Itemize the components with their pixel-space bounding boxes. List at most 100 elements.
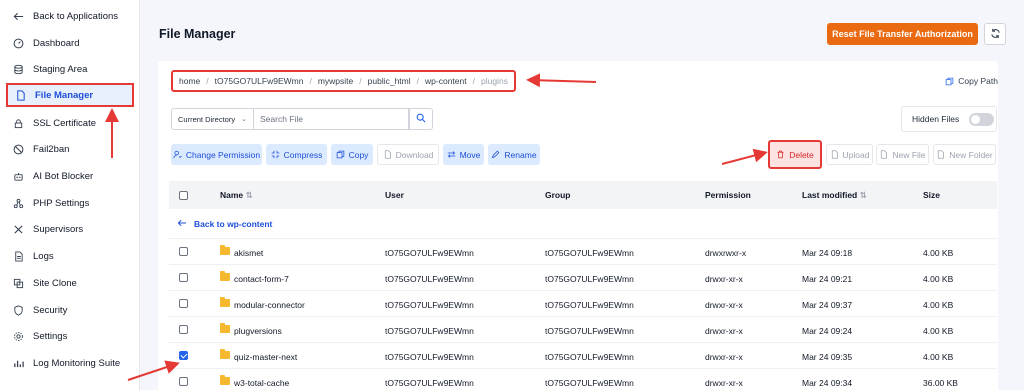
file-name[interactable]: w3-total-cache: [234, 378, 289, 388]
rename-button[interactable]: Rename: [488, 144, 540, 165]
sidebar-item-label: Dashboard: [33, 37, 80, 49]
sidebar-item-ssl-certificate[interactable]: SSL Certificate: [6, 111, 134, 135]
new-file-button[interactable]: New File: [876, 144, 929, 165]
column-group: Group: [545, 190, 571, 200]
folder-icon: [220, 297, 230, 307]
new-folder-button[interactable]: New Folder: [933, 144, 996, 165]
refresh-button[interactable]: [984, 23, 1006, 45]
breadcrumb-item-wp-content[interactable]: wp-content: [425, 76, 467, 86]
sidebar-item-site-clone[interactable]: Site Clone: [6, 271, 134, 295]
hidden-files-toggle[interactable]: [969, 112, 995, 126]
move-label: Move: [459, 149, 481, 160]
sidebar-item-security[interactable]: Security: [6, 298, 134, 322]
download-icon: [383, 150, 392, 159]
column-name[interactable]: Name ⇅: [220, 190, 253, 201]
php-icon: [12, 197, 24, 209]
reset-file-transfer-authorization-button[interactable]: Reset File Transfer Authorization: [827, 23, 978, 45]
sidebar-item-back-to-applications[interactable]: Back to Applications: [6, 4, 134, 28]
sidebar-item-settings[interactable]: Settings: [6, 324, 134, 348]
folder-icon: [220, 323, 230, 333]
file-name[interactable]: quiz-master-next: [234, 352, 297, 362]
change-permission-label: Change Permission: [185, 149, 261, 160]
hidden-files-control: Hidden Files: [901, 106, 997, 132]
table-row[interactable]: akismet tO75GO7ULFw9EWmn tO75GO7ULFw9EWm…: [169, 238, 997, 264]
sidebar-item-fail2ban[interactable]: Fail2ban: [6, 137, 134, 161]
file-size: 4.00 KB: [923, 248, 954, 258]
breadcrumb-item-mywpsite[interactable]: mywpsite: [318, 76, 353, 86]
sidebar-item-dashboard[interactable]: Dashboard: [6, 31, 134, 55]
table-row[interactable]: w3-total-cache tO75GO7ULFw9EWmn tO75GO7U…: [169, 368, 997, 390]
sidebar-item-label: Fail2ban: [33, 143, 70, 155]
file-permission: drwxrwxr-x: [705, 248, 747, 258]
file-group: tO75GO7ULFw9EWmn: [545, 326, 634, 336]
trash-icon: [776, 150, 785, 159]
row-checkbox[interactable]: [179, 325, 188, 334]
sidebar-item-php-settings[interactable]: PHP Settings: [6, 191, 134, 215]
delete-label: Delete: [789, 149, 814, 160]
sidebar-item-label: AI Bot Blocker: [33, 170, 94, 182]
file-size: 4.00 KB: [923, 352, 954, 362]
move-button[interactable]: Move: [443, 144, 484, 165]
download-button[interactable]: Download: [377, 144, 439, 165]
sidebar-item-label: Supervisors: [33, 223, 84, 235]
directory-scope-select[interactable]: Current Directory ⌄: [171, 108, 254, 130]
clone-icon: [12, 277, 24, 289]
breadcrumb: home / tO75GO7ULFw9EWmn / mywpsite / pub…: [171, 70, 516, 92]
compress-icon: [271, 150, 280, 159]
refresh-icon: [990, 28, 1001, 41]
file-permission: drwxr-xr-x: [705, 326, 743, 336]
sidebar-item-log-monitoring-suite[interactable]: Log Monitoring Suite: [6, 351, 134, 375]
copy-button[interactable]: Copy: [331, 144, 373, 165]
sort-icon: ⇅: [859, 190, 867, 200]
row-checkbox[interactable]: [179, 299, 188, 308]
change-permission-button[interactable]: Change Permission: [171, 144, 262, 165]
row-checkbox[interactable]: [179, 377, 188, 386]
file-size: 4.00 KB: [923, 274, 954, 284]
gauge-icon: [12, 37, 24, 49]
file-name[interactable]: akismet: [234, 248, 263, 258]
search-input[interactable]: [254, 108, 409, 130]
breadcrumb-item-public-html[interactable]: public_html: [368, 76, 411, 86]
sidebar-item-ai-bot-blocker[interactable]: AI Bot Blocker: [6, 164, 134, 188]
sidebar-item-logs[interactable]: Logs: [6, 244, 134, 268]
table-row[interactable]: quiz-master-next tO75GO7ULFw9EWmn tO75GO…: [169, 342, 997, 368]
file-name[interactable]: contact-form-7: [234, 274, 289, 284]
sidebar-item-supervisors[interactable]: Supervisors: [6, 217, 134, 241]
column-last-modified[interactable]: Last modified ⇅: [802, 190, 867, 201]
table-row[interactable]: plugversions tO75GO7ULFw9EWmn tO75GO7ULF…: [169, 316, 997, 342]
breadcrumb-item-home[interactable]: home: [179, 76, 200, 86]
file-name[interactable]: plugversions: [234, 326, 282, 336]
new-folder-icon: [936, 150, 945, 159]
file-permission: drwxr-xr-x: [705, 274, 743, 284]
sidebar-item-staging-area[interactable]: Staging Area: [6, 57, 134, 81]
file-user: tO75GO7ULFw9EWmn: [385, 378, 474, 388]
copy-path-button[interactable]: Copy Path: [945, 76, 998, 86]
sidebar-item-label: Staging Area: [33, 63, 88, 75]
row-checkbox[interactable]: [179, 351, 188, 360]
folder-icon: [220, 349, 230, 359]
column-name-label: Name: [220, 190, 244, 200]
file-modified: Mar 24 09:35: [802, 352, 853, 362]
breadcrumb-item-user[interactable]: tO75GO7ULFw9EWmn: [215, 76, 304, 86]
back-to-parent-link[interactable]: Back to wp-content: [177, 219, 272, 229]
delete-button[interactable]: Delete: [768, 140, 822, 169]
arrow-left-icon: [177, 219, 187, 229]
file-group: tO75GO7ULFw9EWmn: [545, 300, 634, 310]
new-folder-label: New Folder: [949, 149, 993, 160]
table-row[interactable]: contact-form-7 tO75GO7ULFw9EWmn tO75GO7U…: [169, 264, 997, 290]
table-row[interactable]: modular-connector tO75GO7ULFw9EWmn tO75G…: [169, 290, 997, 316]
upload-button[interactable]: Upload: [826, 144, 873, 165]
compress-button[interactable]: Compress: [266, 144, 327, 165]
row-checkbox[interactable]: [179, 247, 188, 256]
sort-icon: ⇅: [245, 190, 253, 200]
directory-scope-value: Current Directory: [178, 114, 236, 124]
chevron-down-icon: ⌄: [241, 116, 247, 123]
sidebar-item-file-manager[interactable]: File Manager: [6, 83, 134, 107]
file-permission: drwxr-xr-x: [705, 300, 743, 310]
file-name[interactable]: modular-connector: [234, 300, 305, 310]
copy-icon: [336, 150, 345, 159]
row-checkbox[interactable]: [179, 273, 188, 282]
file-user: tO75GO7ULFw9EWmn: [385, 300, 474, 310]
search-button[interactable]: [409, 108, 433, 130]
select-all-checkbox[interactable]: [179, 191, 188, 200]
